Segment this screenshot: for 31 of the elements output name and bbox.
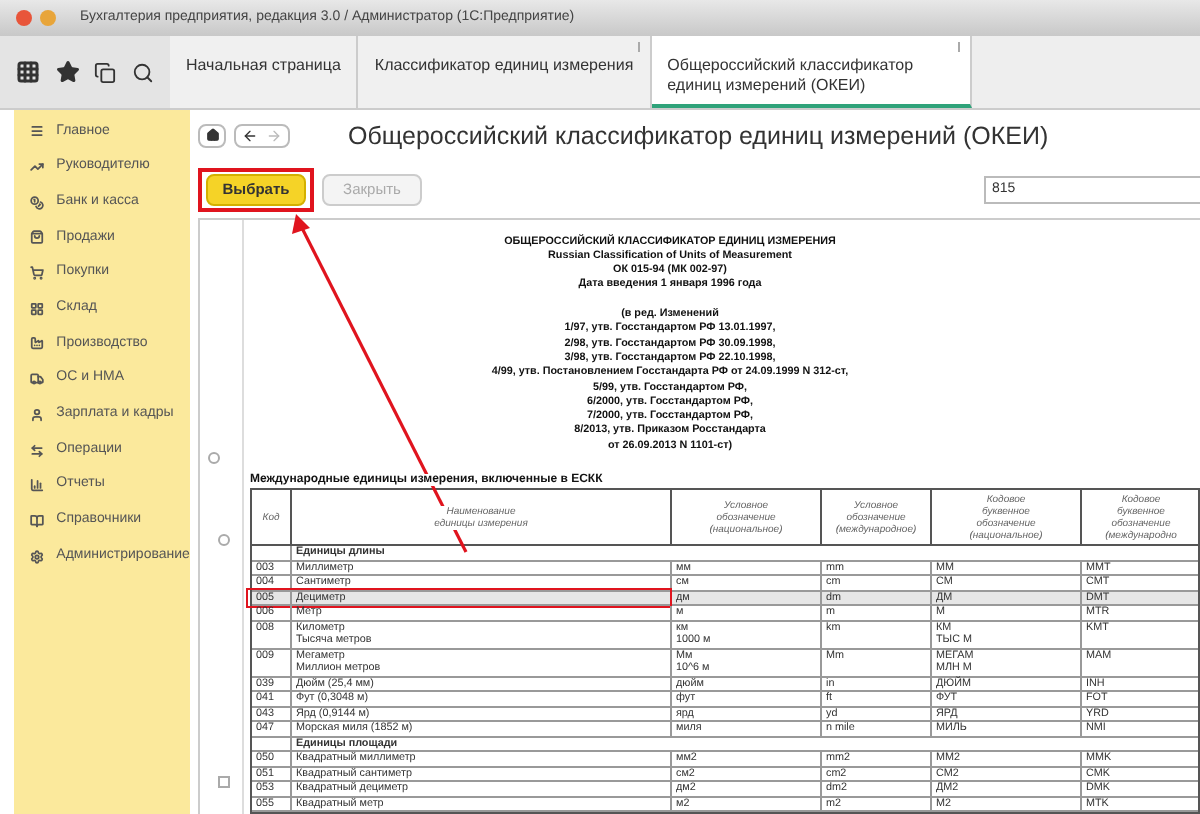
collapse-icon[interactable] — [218, 775, 230, 788]
star-icon[interactable] — [55, 60, 80, 84]
collapse-icon[interactable] — [218, 533, 230, 546]
close-icon[interactable] — [637, 42, 644, 52]
apps-grid-icon[interactable] — [15, 60, 40, 84]
cart-icon — [30, 266, 45, 281]
collapse-icon[interactable] — [208, 451, 220, 464]
search-icon[interactable] — [132, 61, 155, 83]
form-title: Общероссийский классификатор единиц измерений (ОКЕИ) — [348, 119, 1049, 154]
arrows-icon — [30, 443, 45, 458]
book-icon — [30, 513, 45, 528]
bag-icon — [30, 230, 45, 245]
forward-icon[interactable] — [266, 127, 282, 144]
window-minimize-icon[interactable] — [40, 10, 56, 26]
select-highlight-frame — [198, 167, 314, 212]
coin-icon — [30, 195, 45, 210]
document-icon[interactable] — [94, 61, 117, 83]
close-icon[interactable] — [957, 42, 964, 52]
person-icon — [30, 407, 45, 422]
home-button[interactable] — [198, 123, 226, 148]
tab[interactable]: Общероссийский классификатор единиц измерений (ОКЕИ) — [651, 36, 972, 108]
list-icon — [30, 124, 45, 139]
back-icon[interactable] — [242, 127, 258, 144]
trend-icon — [30, 160, 45, 175]
settings-icon — [30, 549, 45, 564]
window-close-icon[interactable] — [16, 10, 32, 26]
grid-icon — [30, 301, 45, 316]
home-icon — [205, 128, 219, 143]
factory-icon — [30, 336, 45, 351]
bar-chart-icon — [30, 478, 45, 493]
truck-icon — [30, 372, 45, 387]
